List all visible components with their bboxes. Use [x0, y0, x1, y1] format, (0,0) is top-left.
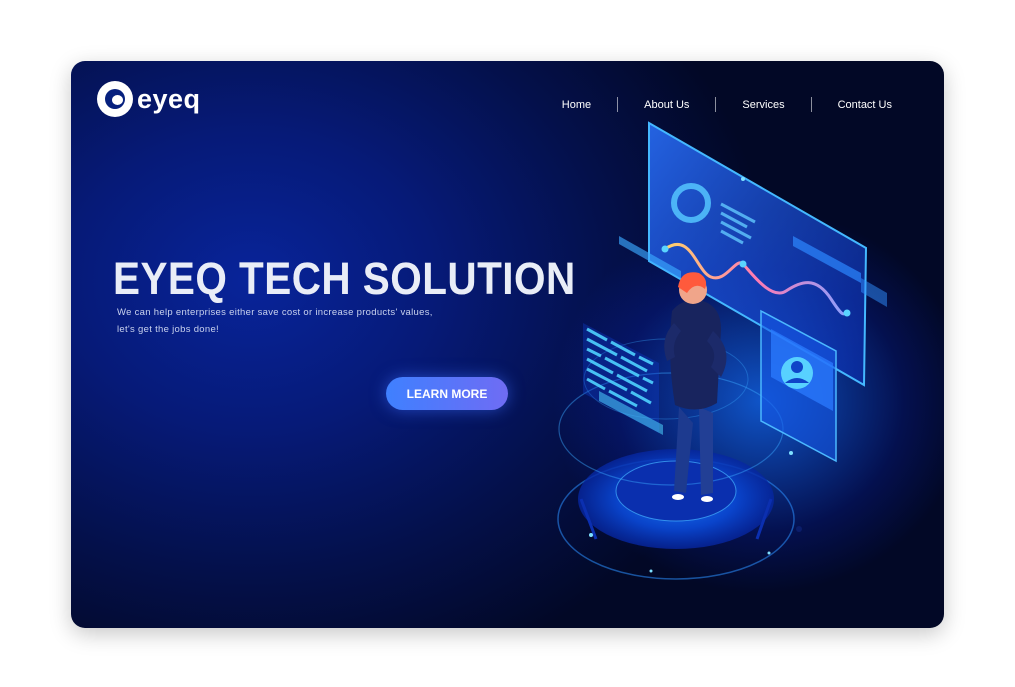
isometric-tech-person-illustration	[557, 121, 887, 580]
hero-card: eyeq Home About Us Services Contact Us E…	[71, 61, 944, 628]
